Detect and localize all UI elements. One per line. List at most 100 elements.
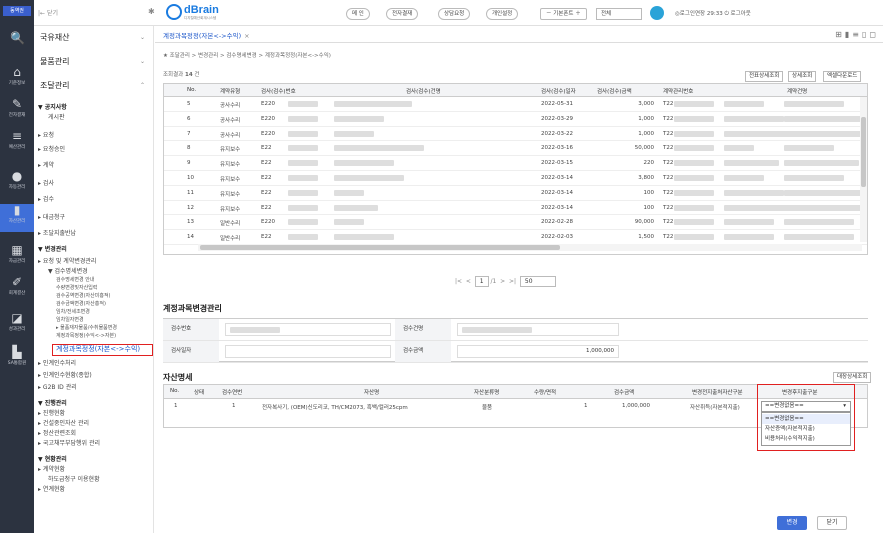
close-icon[interactable]: × bbox=[244, 32, 249, 40]
menu-item[interactable]: 하도급청구 이용현황 bbox=[48, 474, 100, 483]
rail-fund[interactable]: ▦ 자금관리 bbox=[0, 244, 34, 272]
menu-item[interactable]: 검수금액변경(자산흥적) bbox=[56, 300, 106, 307]
menu-item[interactable]: ▸ 대금청구 bbox=[38, 212, 65, 221]
table-row[interactable]: 14 일반수리 E22 2022-02-03 1,500 T22 bbox=[164, 230, 867, 245]
menu-item[interactable]: ▼ 공지사항 bbox=[38, 102, 67, 111]
menu-item[interactable]: ▸ 계약현황 bbox=[38, 464, 65, 473]
table-cell-amt: 50,000 bbox=[634, 145, 654, 152]
menu-item[interactable]: 수량변경및자산입력 bbox=[56, 284, 97, 291]
rail-performance[interactable]: ◪ 성과관리 bbox=[0, 312, 34, 340]
menu-item[interactable]: ▸ 요청승인 bbox=[38, 144, 65, 153]
menu-item[interactable]: ▸ 계약 bbox=[38, 160, 54, 169]
vertical-scrollbar[interactable] bbox=[860, 97, 867, 242]
menu-item[interactable]: 임차일자변경 bbox=[56, 316, 84, 323]
scroll-thumb[interactable] bbox=[861, 117, 866, 187]
excel-download-button[interactable]: 엑셀다운로드 bbox=[823, 71, 862, 82]
menu-item[interactable]: 계정과목정정(자본<->수익) bbox=[52, 344, 153, 356]
menu-item[interactable]: ▸ G2B ID 관리 bbox=[38, 382, 77, 391]
table-row[interactable]: 9 유지보수 E22 2022-03-15 220 T22 bbox=[164, 156, 867, 171]
table-cell-no: 9 bbox=[187, 160, 191, 167]
redacted-text bbox=[724, 160, 779, 167]
close-button[interactable]: 닫기 bbox=[817, 516, 847, 530]
user-avatar[interactable] bbox=[650, 6, 664, 20]
table-cell-type: 유지보수 bbox=[220, 177, 241, 183]
menu-item[interactable]: ▸ 조달지출반납 bbox=[38, 228, 76, 237]
rail-asset[interactable]: ▮ 자산관리 bbox=[0, 204, 34, 232]
ledger-detail-button[interactable]: 대장상세조회 bbox=[833, 372, 872, 383]
redacted-text bbox=[288, 101, 318, 107]
menu-item[interactable]: ▸ 인계인수처리 bbox=[38, 358, 76, 367]
last-page-button[interactable]: >| bbox=[509, 278, 516, 285]
approval-button[interactable]: 전자결재 bbox=[386, 8, 419, 20]
menu-item[interactable]: ▼ 변경관리 bbox=[38, 244, 67, 253]
menu-item[interactable]: ▸ 정산관련조회 bbox=[38, 428, 76, 437]
pin-icon[interactable]: ✱ bbox=[148, 7, 155, 16]
page-input[interactable]: 1 bbox=[474, 276, 489, 287]
redacted-text bbox=[724, 219, 774, 226]
asset-row[interactable]: 1 1 전자복사기, (OEM)신도리코, TH/CM2073, 흑백/컬러25… bbox=[164, 399, 764, 414]
menu-item[interactable]: 검수명세변경 안내 bbox=[56, 276, 94, 283]
session-info[interactable]: ◎로그인연장 29:33 ⏻ 로그아웃 bbox=[675, 9, 751, 18]
tab-account-correction[interactable]: 계정과목정정(자본<->수익) × bbox=[163, 30, 250, 40]
table-row[interactable]: 12 유지보수 E22 2022-03-14 100 T22 bbox=[164, 201, 867, 216]
menu-item[interactable]: ▼ 검수명세변경 bbox=[48, 266, 88, 275]
change-section-title: 계정과목변경관리 bbox=[163, 304, 222, 313]
scope-select[interactable]: 전체 bbox=[596, 8, 642, 20]
table-row[interactable]: 13 일반수리 E220 2022-02-28 90,000 T22 bbox=[164, 215, 867, 231]
consult-button[interactable]: 상담요청 bbox=[438, 8, 471, 20]
app-logo[interactable]: 동역권 bbox=[3, 6, 31, 16]
menu-item[interactable]: ▸ 요청 bbox=[38, 130, 54, 139]
rail-settlement[interactable]: ✐ 회계결산 bbox=[0, 276, 34, 304]
detail-button[interactable]: 상세조회 bbox=[788, 71, 817, 82]
table-row[interactable]: 10 유지보수 E22 2022-03-14 3,800 T22 bbox=[164, 171, 867, 186]
table-row[interactable]: 5 공사수리 E220 2022-05-31 3,000 T22 bbox=[164, 97, 867, 112]
menu-item[interactable]: ▼ 현황관리 bbox=[38, 454, 67, 463]
table-row[interactable]: 8 유지보수 E22 2022-03-16 50,000 T22 bbox=[164, 141, 867, 157]
close-menu-button[interactable]: |← 닫기 bbox=[38, 8, 58, 17]
horizontal-scrollbar[interactable] bbox=[198, 244, 862, 251]
menu-item[interactable]: ▸ 연계현황 bbox=[38, 484, 65, 493]
menu-item[interactable]: ▸ 요청 및 계약변경관리 bbox=[38, 256, 96, 265]
rail-auto[interactable]: ● 자동관리 bbox=[0, 170, 34, 198]
settings-button[interactable]: 개인설정 bbox=[486, 8, 519, 20]
redacted-text bbox=[674, 130, 714, 137]
table-row[interactable]: 11 유지보수 E22 2022-03-14 100 T22 bbox=[164, 186, 867, 201]
window-icons[interactable]: ⊞▮≡▯◻ bbox=[835, 30, 879, 39]
first-page-button[interactable]: |< bbox=[455, 278, 462, 285]
prev-page-button[interactable]: < bbox=[466, 278, 471, 285]
rail-search[interactable]: 🔍 bbox=[0, 32, 34, 60]
menu-item[interactable]: ▸ 진행현황 bbox=[38, 408, 65, 417]
highlight-box bbox=[757, 384, 855, 451]
table-row[interactable]: 7 공사수리 E220 2022-03-22 1,000 T22 bbox=[164, 127, 867, 142]
brand-logo[interactable]: dBrain 디지털예산회계시스템 bbox=[166, 4, 236, 22]
table-cell-ctr: T22 bbox=[663, 115, 674, 122]
menu-section-goods[interactable]: 물품관리 bbox=[40, 56, 69, 67]
change-button[interactable]: 변경 bbox=[777, 516, 807, 530]
menu-item[interactable]: 검수공역변경(자산미흥적) bbox=[56, 292, 111, 299]
next-page-button[interactable]: > bbox=[500, 278, 505, 285]
asset-section-title: 자산명세 bbox=[163, 373, 193, 382]
menu-item[interactable]: ▼ 진행관리 bbox=[38, 398, 67, 407]
menu-item[interactable]: ▸ 인계인수현황(종합) bbox=[38, 370, 92, 379]
rail-budget[interactable]: ≡ 예산관리 bbox=[0, 130, 34, 158]
menu-section-national-property[interactable]: 국유재산 bbox=[40, 32, 69, 43]
rail-basic-info[interactable]: ⌂ 기준정보 bbox=[0, 66, 34, 94]
font-size-control[interactable]: － 기본폰트 ＋ bbox=[540, 8, 587, 20]
menu-item[interactable]: ▸ 건설중인자산 관리 bbox=[38, 418, 89, 427]
main-button[interactable]: 메 인 bbox=[346, 8, 370, 20]
menu-item[interactable]: 임차/전세조변경 bbox=[56, 308, 90, 315]
change-form: 검수번호 검수건명 검사일자 검수금액 1,000,000 bbox=[163, 318, 868, 363]
menu-item[interactable]: 게시판 bbox=[48, 112, 65, 121]
menu-item[interactable]: ▸ 물품재자물품/수취물품변경 bbox=[56, 324, 117, 331]
voucher-detail-button[interactable]: 전표상세조회 bbox=[745, 71, 784, 82]
scroll-thumb[interactable] bbox=[200, 245, 560, 250]
menu-item[interactable]: ▸ 국고채무부담행위 관리 bbox=[38, 438, 100, 447]
menu-item[interactable]: 계정과목정정(수익<->자본) bbox=[56, 332, 116, 339]
menu-item[interactable]: ▸ 검수 bbox=[38, 194, 54, 203]
table-row[interactable]: 6 공사수리 E220 2022-03-29 1,000 T22 bbox=[164, 112, 867, 127]
page-size-select[interactable]: 50 bbox=[519, 276, 556, 287]
rail-sa[interactable]: ▙ SA통합원 bbox=[0, 346, 34, 374]
menu-item[interactable]: ▸ 검사 bbox=[38, 178, 54, 187]
menu-section-procurement[interactable]: 조달관리 bbox=[40, 80, 69, 91]
rail-approval[interactable]: ✎ 전자결재 bbox=[0, 98, 34, 126]
